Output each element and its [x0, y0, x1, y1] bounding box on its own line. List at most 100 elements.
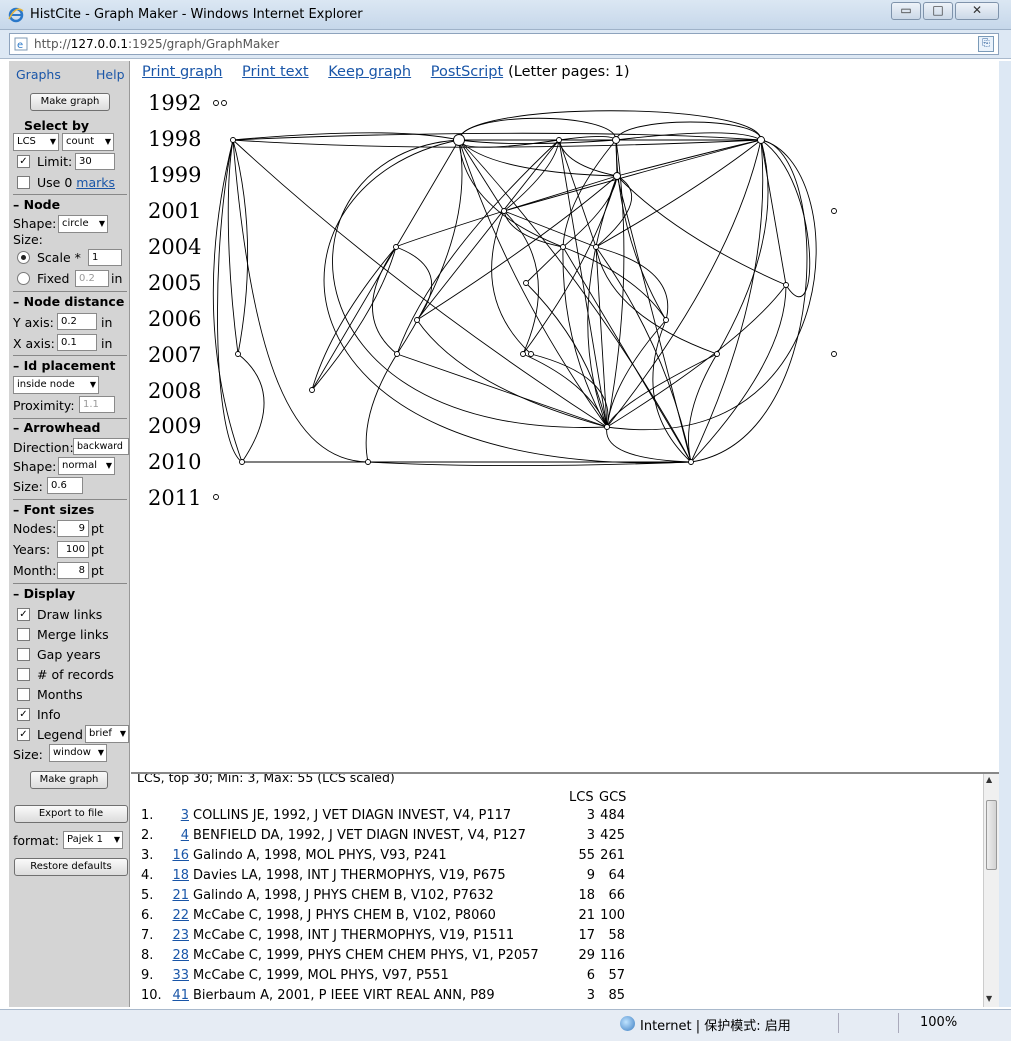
- paper-node: [309, 387, 315, 393]
- legend-row: 6. 22 McCabe C, 1998, J PHYS CHEM B, V102,…: [131, 908, 991, 928]
- gcs-value: 100: [600, 908, 625, 923]
- citation-link: [395, 246, 433, 321]
- restore-defaults-button[interactable]: Restore defaults: [14, 858, 128, 876]
- format-dropdown[interactable]: Pajek 1 ▼: [63, 831, 123, 849]
- legend-scrollbar[interactable]: ▲ ▼: [983, 774, 999, 1007]
- export-button[interactable]: Export to file: [14, 805, 128, 823]
- num-records-checkbox[interactable]: [17, 668, 30, 681]
- use0-checkbox[interactable]: [17, 176, 30, 189]
- proximity-input[interactable]: 1.1: [79, 396, 115, 413]
- paper-node: [612, 136, 620, 144]
- xaxis-label: X axis:: [13, 336, 55, 351]
- months-label: Months: [37, 687, 83, 702]
- merge-links-checkbox[interactable]: [17, 628, 30, 641]
- record-id-link[interactable]: 33: [171, 968, 189, 983]
- graphs-link[interactable]: Graphs: [16, 67, 61, 82]
- yaxis-input[interactable]: 0.2: [57, 313, 97, 330]
- close-button[interactable]: ✕: [955, 2, 999, 20]
- make-graph-button-bottom[interactable]: Make graph: [30, 771, 108, 789]
- graph-area: Print graph Print text Keep graph PostSc…: [131, 61, 999, 772]
- legend-checkbox[interactable]: ✓: [17, 728, 30, 741]
- gcs-value: 261: [600, 848, 625, 863]
- paper-node: [663, 317, 669, 323]
- paper-node: [613, 172, 621, 180]
- scroll-up-icon[interactable]: ▲: [986, 775, 992, 784]
- node-heading: – Node: [13, 197, 61, 212]
- select-by-mode-dropdown[interactable]: count ▼: [62, 133, 114, 151]
- xaxis-input[interactable]: 0.1: [57, 334, 97, 351]
- month-font-unit: pt: [91, 563, 104, 578]
- record-id-link[interactable]: 23: [171, 928, 189, 943]
- make-graph-button-top[interactable]: Make graph: [30, 93, 110, 111]
- nodes-font-input[interactable]: 9: [57, 520, 89, 537]
- scale-input[interactable]: 1: [88, 249, 122, 266]
- compatibility-view-icon[interactable]: ⎘: [978, 36, 994, 52]
- zoom-level[interactable]: 100%: [920, 1015, 957, 1030]
- legend-row: 2. 4 BENFIELD DA, 1992, J VET DIAGN INVEST…: [131, 828, 991, 848]
- node-shape-dropdown[interactable]: circle ▼: [58, 215, 108, 233]
- paper-node: [394, 351, 400, 357]
- ie-logo-icon: [8, 7, 24, 23]
- scroll-thumb[interactable]: [986, 800, 997, 870]
- scale-radio[interactable]: [17, 251, 30, 264]
- gcs-value: 116: [600, 948, 625, 963]
- record-id-link[interactable]: 21: [171, 888, 189, 903]
- row-number: 4.: [141, 868, 154, 883]
- citation-link: [690, 139, 764, 463]
- months-checkbox[interactable]: [17, 688, 30, 701]
- record-id-link[interactable]: 22: [171, 908, 189, 923]
- draw-links-checkbox[interactable]: ✓: [17, 608, 30, 621]
- select-by-heading: Select by: [24, 118, 90, 133]
- record-reference: Davies LA, 1998, INT J THERMOPHYS, V19, …: [193, 868, 506, 883]
- paper-node: [414, 317, 420, 323]
- direction-dropdown[interactable]: backward: [73, 438, 129, 455]
- record-id-link[interactable]: 18: [171, 868, 189, 883]
- gcs-value: 66: [608, 888, 625, 903]
- legend-dropdown[interactable]: brief ▼: [85, 725, 129, 743]
- size-label: Size:: [13, 232, 43, 247]
- paper-node: [365, 459, 371, 465]
- minimize-button[interactable]: ▭: [891, 2, 921, 20]
- record-reference: Galindo A, 1998, J PHYS CHEM B, V102, P7…: [193, 888, 494, 903]
- gcs-value: 85: [608, 988, 625, 1003]
- fixed-radio[interactable]: [17, 272, 30, 285]
- arrow-size-input[interactable]: 0.6: [47, 477, 83, 494]
- paper-node: [604, 424, 610, 430]
- gap-years-checkbox[interactable]: [17, 648, 30, 661]
- scroll-down-icon[interactable]: ▼: [986, 994, 992, 1003]
- status-bar: Internet | 保护模式: 启用 100%: [0, 1009, 1011, 1041]
- info-checkbox[interactable]: ✓: [17, 708, 30, 721]
- help-link[interactable]: Help: [96, 67, 125, 82]
- marks-link[interactable]: marks: [76, 175, 115, 190]
- maximize-button[interactable]: □: [923, 2, 953, 20]
- paper-node: [757, 136, 765, 144]
- legend-row: 4. 18 Davies LA, 1998, INT J THERMOPHYS, V…: [131, 868, 991, 888]
- row-number: 1.: [141, 808, 154, 823]
- fixed-input[interactable]: 0.2: [75, 270, 109, 287]
- info-label: Info: [37, 707, 61, 722]
- limit-checkbox[interactable]: ✓: [17, 155, 30, 168]
- id-placement-dropdown[interactable]: inside node ▼: [13, 376, 99, 394]
- select-by-dropdown[interactable]: LCS ▼: [13, 133, 59, 151]
- years-font-input[interactable]: 100: [57, 541, 89, 558]
- citation-graph[interactable]: [131, 61, 999, 772]
- paper-node: [783, 282, 789, 288]
- record-id-link[interactable]: 4: [171, 828, 189, 843]
- lcs-value: 21: [578, 908, 595, 923]
- paper-node: [239, 459, 245, 465]
- record-id-link[interactable]: 41: [171, 988, 189, 1003]
- record-reference: Bierbaum A, 2001, P IEEE VIRT REAL ANN, …: [193, 988, 495, 1003]
- merge-links-label: Merge links: [37, 627, 109, 642]
- use0-label: Use 0 marks: [37, 175, 115, 190]
- record-id-link[interactable]: 16: [171, 848, 189, 863]
- record-id-link[interactable]: 3: [171, 808, 189, 823]
- url-field[interactable]: e http://127.0.0.1:1925/graph/GraphMaker…: [9, 33, 999, 55]
- month-font-input[interactable]: 8: [57, 562, 89, 579]
- arrow-shape-dropdown[interactable]: normal ▼: [58, 457, 115, 475]
- record-reference: COLLINS JE, 1992, J VET DIAGN INVEST, V4…: [193, 808, 512, 823]
- right-frame: [999, 61, 1011, 1007]
- lcs-value: 55: [578, 848, 595, 863]
- limit-input[interactable]: 30: [75, 153, 115, 170]
- record-id-link[interactable]: 28: [171, 948, 189, 963]
- size-window-dropdown[interactable]: window ▼: [49, 744, 107, 762]
